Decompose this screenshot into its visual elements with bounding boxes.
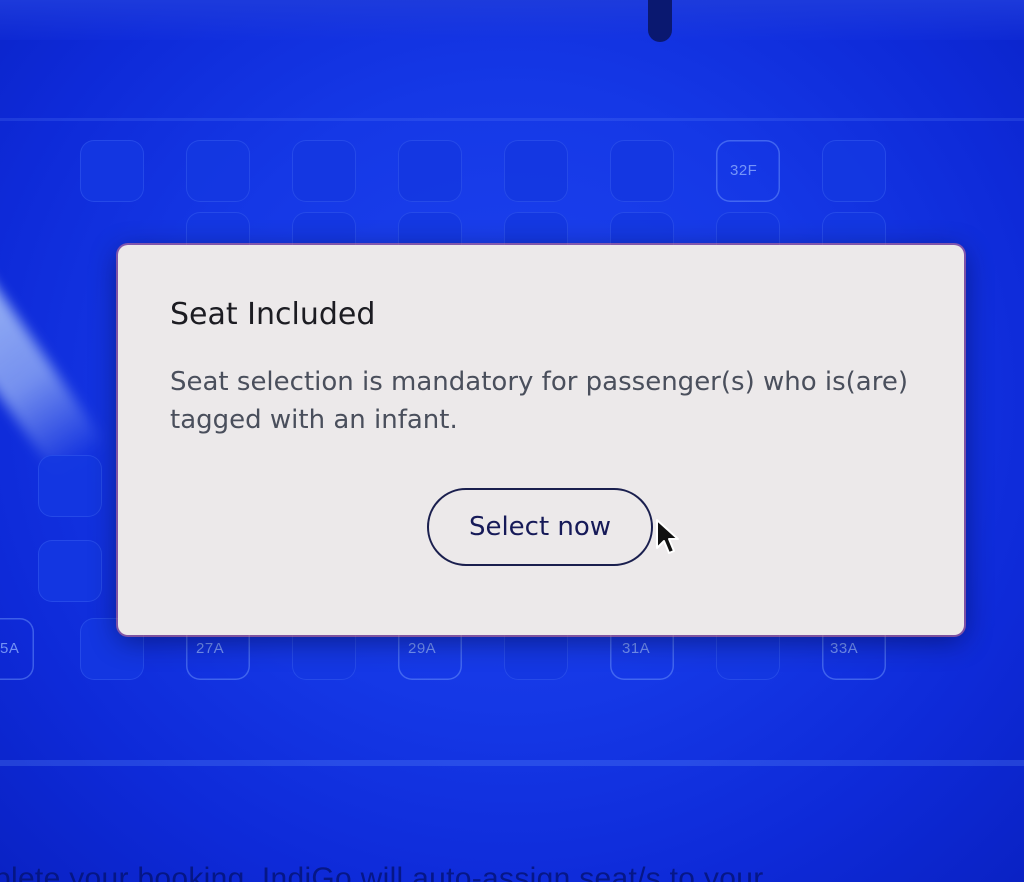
scroll-handle[interactable] <box>648 0 672 42</box>
seat-label-31a: 31A <box>622 640 651 657</box>
seat-included-modal: Seat Included Seat selection is mandator… <box>118 245 964 635</box>
seat[interactable] <box>610 140 674 202</box>
seat[interactable] <box>80 140 144 202</box>
seat-label-33a: 33A <box>830 640 859 657</box>
seat-label-27a: 27A <box>196 640 225 657</box>
seat[interactable] <box>38 540 102 602</box>
seat-label-5a: 5A <box>0 640 20 657</box>
screen-glare <box>0 181 107 479</box>
modal-title: Seat Included <box>170 297 376 332</box>
seat-label-32f: 32F <box>730 162 758 179</box>
seat[interactable] <box>504 140 568 202</box>
seat[interactable] <box>822 140 886 202</box>
seat[interactable] <box>398 140 462 202</box>
seat-label-29a: 29A <box>408 640 437 657</box>
modal-message: Seat selection is mandatory for passenge… <box>170 367 908 435</box>
select-now-button[interactable]: Select now <box>427 488 653 566</box>
seat[interactable] <box>292 140 356 202</box>
row-divider <box>0 760 1024 766</box>
mouse-pointer-icon <box>656 519 679 554</box>
seat[interactable] <box>186 140 250 202</box>
footer-note: plete your booking, IndiGo will auto-ass… <box>0 862 764 882</box>
top-seat-strip <box>0 0 1024 40</box>
seat[interactable] <box>38 455 102 517</box>
row-divider <box>0 118 1024 121</box>
